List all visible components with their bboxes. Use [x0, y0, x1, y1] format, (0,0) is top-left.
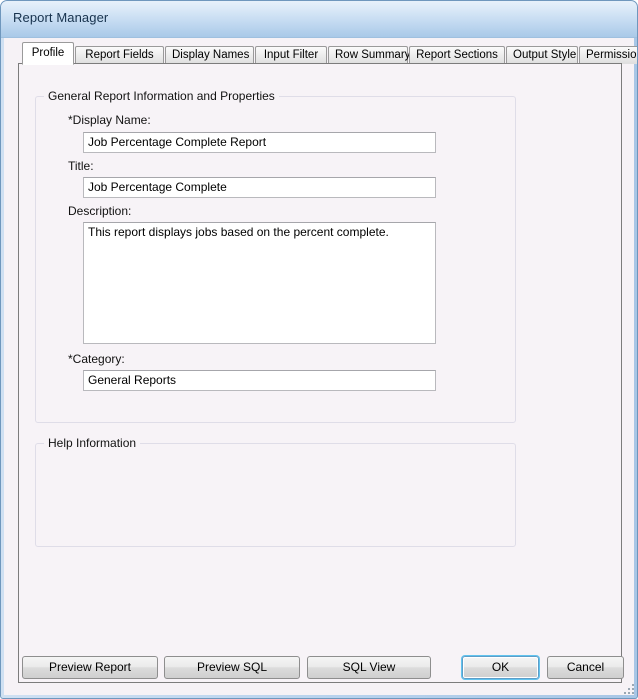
- sql-view-button[interactable]: SQL View: [307, 656, 431, 679]
- help-information-text: [46, 456, 505, 538]
- help-information-group-title: Help Information: [44, 436, 141, 450]
- tab-display-names[interactable]: Display Names: [165, 46, 254, 64]
- tab-permissions[interactable]: Permissions: [579, 46, 638, 64]
- resize-grip-icon[interactable]: [621, 682, 635, 696]
- preview-report-button[interactable]: Preview Report: [22, 656, 158, 679]
- tab-report-sections[interactable]: Report Sections: [409, 46, 505, 64]
- cancel-button[interactable]: Cancel: [547, 656, 624, 679]
- tab-output-style[interactable]: Output Style: [506, 46, 578, 64]
- preview-sql-button[interactable]: Preview SQL: [164, 656, 300, 679]
- window-client-area: Profile Report Fields Display Names Inpu…: [4, 38, 638, 695]
- category-input[interactable]: General Reports: [83, 370, 436, 391]
- tab-profile[interactable]: Profile: [22, 42, 74, 65]
- title-input[interactable]: Job Percentage Complete: [83, 177, 436, 198]
- display-name-label: *Display Name:: [68, 113, 151, 127]
- ok-button[interactable]: OK: [462, 656, 539, 679]
- tab-row-summary[interactable]: Row Summary: [328, 46, 410, 64]
- tab-report-fields[interactable]: Report Fields: [75, 46, 164, 64]
- tab-input-filter[interactable]: Input Filter: [255, 46, 327, 64]
- general-report-info-group-title: General Report Information and Propertie…: [44, 89, 279, 103]
- report-manager-window: Report Manager Profile Report Fields Dis…: [0, 0, 638, 699]
- tab-content-panel: General Report Information and Propertie…: [18, 63, 622, 683]
- display-name-input[interactable]: Job Percentage Complete Report: [83, 132, 436, 153]
- title-label: Title:: [68, 159, 94, 173]
- general-report-info-group: General Report Information and Propertie…: [35, 89, 516, 423]
- description-label: Description:: [68, 204, 132, 218]
- window-titlebar[interactable]: Report Manager: [0, 0, 638, 38]
- help-information-group: Help Information: [35, 436, 516, 547]
- category-label: *Category:: [68, 352, 125, 366]
- tab-strip: Profile Report Fields Display Names Inpu…: [22, 42, 638, 65]
- description-input[interactable]: This report displays jobs based on the p…: [83, 222, 436, 344]
- window-title: Report Manager: [13, 10, 109, 25]
